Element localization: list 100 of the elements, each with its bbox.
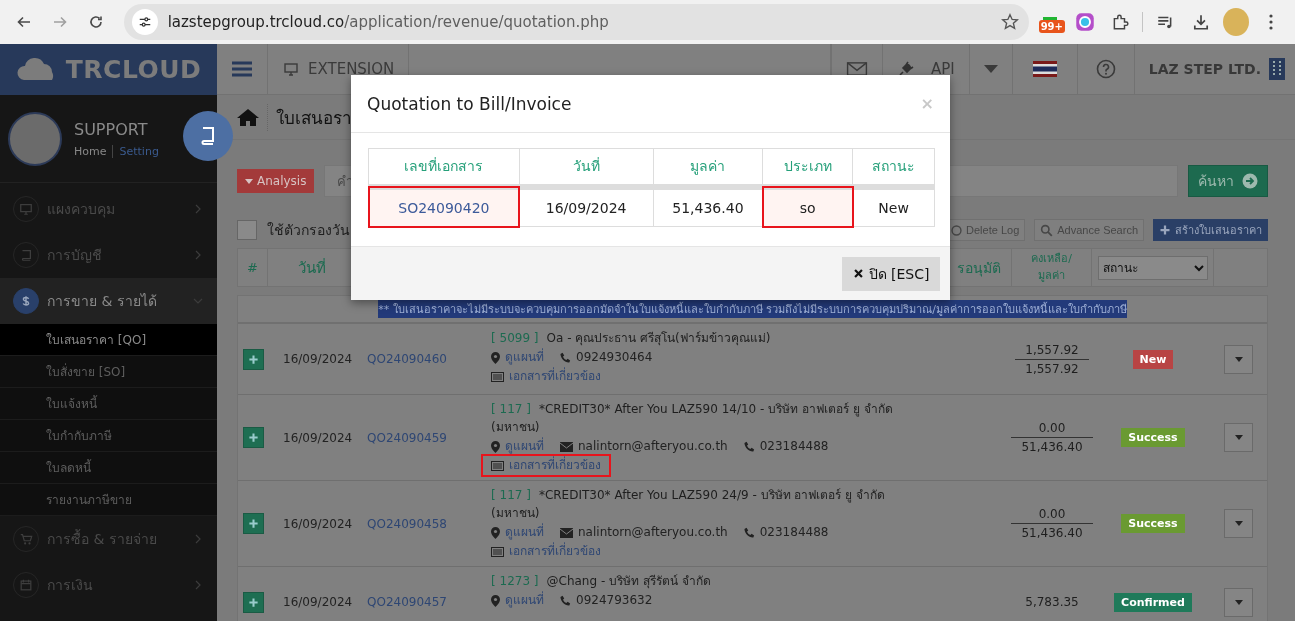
- calendar-icon: [19, 578, 33, 592]
- total-amount: 51,436.40: [1011, 437, 1093, 456]
- column-header: สถานะ: [852, 148, 935, 187]
- actions-dropdown-button[interactable]: [1224, 344, 1253, 374]
- expand-button[interactable]: [243, 513, 264, 534]
- company-name: LAZ STEP LTD.: [1148, 61, 1261, 77]
- column-header: #: [238, 249, 268, 286]
- caret-icon: [983, 65, 998, 73]
- phone-icon: [743, 527, 755, 538]
- sidebar-item[interactable]: การขาย & รายได้: [0, 278, 217, 324]
- extension-button[interactable]: 99+: [1036, 8, 1063, 36]
- customer-name: [ 1273 ] @Chang - บริษัท สุรีรัตน์ จำกัด: [491, 573, 711, 590]
- envelope-icon: [560, 527, 573, 538]
- remaining-amount: 0.00: [1037, 420, 1067, 437]
- document-link[interactable]: SO24090420: [398, 199, 490, 216]
- advance-search-button[interactable]: Advance Search: [1034, 219, 1144, 241]
- actions-dropdown-button[interactable]: [1224, 423, 1253, 452]
- phone-text: 0924793632: [560, 592, 653, 609]
- submenu-item[interactable]: ใบลดหนี้: [0, 452, 217, 484]
- mail-icon: [846, 61, 869, 77]
- quotation-link[interactable]: QO24090458: [356, 481, 481, 566]
- close-button[interactable]: ×: [920, 94, 934, 113]
- date-cell-text: 16/09/2024: [282, 429, 354, 447]
- actions-dropdown-button[interactable]: [1224, 509, 1253, 538]
- map-pin-icon: [491, 594, 500, 607]
- submenu-item[interactable]: ใบแจ้งหนี้: [0, 388, 217, 420]
- actions-dropdown-button[interactable]: [1224, 587, 1253, 617]
- sliders-icon: [137, 15, 152, 29]
- search-button[interactable]: ค้นหา: [1188, 165, 1268, 197]
- plug-icon: [897, 60, 916, 78]
- date-filter-label: ใช้ตัวกรองวัน: [267, 221, 350, 240]
- remaining-amount: 1,557.92: [1024, 341, 1080, 359]
- date-filter-checkbox[interactable]: [237, 220, 257, 240]
- user-avatar: [8, 111, 62, 166]
- caret-icon: [245, 178, 253, 184]
- related-documents-link[interactable]: เอกสารที่เกี่ยวข้อง: [481, 365, 611, 388]
- forward-arrow-icon: [51, 14, 68, 30]
- x-icon: [852, 268, 864, 279]
- caret-icon: [1234, 599, 1243, 605]
- expand-button[interactable]: [243, 427, 264, 448]
- remaining-amount: 0.00: [1037, 506, 1067, 523]
- create-quotation-button[interactable]: สร้างใบเสนอราคา: [1153, 219, 1268, 241]
- plus-icon: [1159, 224, 1171, 236]
- analysis-button[interactable]: Analysis: [237, 169, 315, 193]
- kebab-menu-icon: [1269, 14, 1273, 30]
- notification-badge: 99+: [1038, 20, 1065, 33]
- setting-link[interactable]: Setting: [112, 144, 159, 158]
- notice-text: ** ใบเสนอราคาจะไม่มีระบบจะควบคุมการออกมัดจำในใบแจ้งหนี้และใบกำกับภาษี รวมถึงไม่มีระบบการควบคุมปริมาณ/มูลค่าการออกใบแจ้งหนี้และใบกำกับภาษี: [378, 300, 1127, 318]
- status-filter-select[interactable]: สถานะ: [1097, 255, 1208, 280]
- map-link[interactable]: ดูแผนที่: [491, 349, 544, 366]
- column-header: มูลค่า: [653, 148, 763, 187]
- menu-icon: [231, 60, 253, 78]
- map-pin-icon: [491, 440, 500, 453]
- camera-lens-icon: [1074, 12, 1095, 32]
- map-link[interactable]: ดูแผนที่: [491, 438, 544, 455]
- plus-icon: [248, 432, 259, 443]
- customer-name: [ 5099 ] Oa - คุณประธาน ศรีสุโน(ฟาร์มข้าวคุณแม่): [491, 330, 771, 347]
- expand-button[interactable]: [243, 348, 264, 370]
- plus-icon: [248, 518, 259, 529]
- address-bar[interactable]: lazstepgroup.trcloud.co/application/revenue/quotation.php: [123, 4, 1029, 40]
- quotation-link[interactable]: QO24090457: [356, 567, 481, 621]
- site-info-button[interactable]: [131, 9, 158, 35]
- plus-icon: [248, 596, 259, 608]
- date-cell-text: 16/09/2024: [282, 515, 354, 533]
- back-arrow-icon: [15, 14, 32, 30]
- phone-icon: [560, 595, 571, 606]
- quotation-link[interactable]: QO24090459: [356, 395, 481, 480]
- submenu-item[interactable]: รายงานภาษีขาย: [0, 484, 217, 516]
- home-link[interactable]: Home: [74, 144, 107, 158]
- map-link[interactable]: ดูแผนที่: [491, 524, 544, 541]
- plus-icon: [248, 353, 259, 365]
- map-pin-icon: [491, 526, 500, 539]
- table-cell: so: [762, 186, 853, 227]
- reload-icon: [87, 14, 104, 30]
- expand-button[interactable]: [243, 591, 264, 613]
- puzzle-icon: [1111, 13, 1130, 31]
- submenu-item[interactable]: ใบกำกับภาษี: [0, 420, 217, 452]
- quotation-link[interactable]: QO24090460: [356, 324, 481, 394]
- status-badge: Success: [1121, 514, 1185, 533]
- cart-icon: [19, 532, 33, 546]
- total-amount: 51,436.40: [1011, 523, 1093, 542]
- related-documents-link[interactable]: เอกสารที่เกี่ยวข้อง: [481, 454, 611, 477]
- close-esc-button[interactable]: ปิด [ESC]: [842, 256, 940, 291]
- date-cell-text: 16/09/2024: [282, 351, 354, 368]
- email-text: nalintorn@afteryou.co.th: [560, 524, 728, 541]
- map-link[interactable]: ดูแผนที่: [491, 592, 544, 609]
- envelope-icon: [560, 441, 573, 452]
- download-icon: [1192, 13, 1211, 31]
- arrow-circle-icon: [1242, 173, 1258, 189]
- status-badge: New: [1132, 349, 1174, 369]
- flag-icon: [1032, 61, 1057, 77]
- submenu-item[interactable]: ใบเสนอราคา [QO]: [0, 324, 217, 356]
- total-amount: 1,557.92: [1015, 358, 1089, 378]
- manual-button[interactable]: [183, 111, 233, 161]
- status-badge: Success: [1121, 428, 1185, 447]
- related-documents-link[interactable]: เอกสารที่เกี่ยวข้อง: [481, 540, 611, 563]
- submenu-item[interactable]: ใบสั่งขาย [SO]: [0, 356, 217, 388]
- app-logo[interactable]: TRCLOUD: [0, 44, 217, 95]
- phone-text: 023184488: [743, 438, 829, 455]
- home-icon: [237, 108, 259, 126]
